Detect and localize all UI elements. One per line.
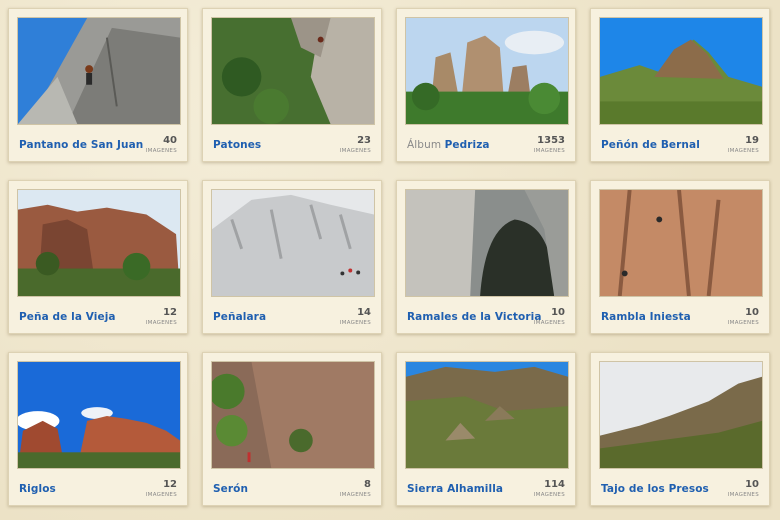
image-count: 14 IMAGENES (339, 307, 371, 326)
album-caption: Peña de la Vieja 12 IMAGENES (17, 303, 179, 331)
album-thumbnail[interactable] (17, 17, 181, 125)
album-thumbnail[interactable] (211, 361, 375, 469)
image-count: 8 IMAGENES (339, 479, 371, 498)
album-title-link[interactable]: Peñalara (213, 311, 266, 323)
image-count: 40 IMAGENES (145, 135, 177, 154)
image-count: 10 IMAGENES (727, 479, 759, 498)
album-title-link[interactable]: Peñón de Bernal (601, 139, 700, 151)
album-caption: Peñón de Bernal 19 IMAGENES (599, 131, 761, 159)
album-title-link[interactable]: Patones (213, 139, 261, 151)
album-title-link[interactable]: Ramales de la Victoria (407, 311, 542, 323)
album-caption: Riglos 12 IMAGENES (17, 475, 179, 503)
album-card[interactable]: Peña de la Vieja 12 IMAGENES (8, 180, 188, 334)
album-card[interactable]: Peñalara 14 IMAGENES (202, 180, 382, 334)
album-caption: Rambla Iniesta 10 IMAGENES (599, 303, 761, 331)
album-card[interactable]: Rambla Iniesta 10 IMAGENES (590, 180, 770, 334)
album-caption: Patones 23 IMAGENES (211, 131, 373, 159)
album-grid: Pantano de San Juan 40 IMAGENES Patones 2… (0, 0, 780, 520)
image-count: 23 IMAGENES (339, 135, 371, 154)
image-count: 114 IMAGENES (533, 479, 565, 498)
album-card[interactable]: Serón 8 IMAGENES (202, 352, 382, 506)
album-caption: Álbum Pedriza 1353 IMAGENES (405, 131, 567, 159)
album-title-link[interactable]: Sierra Alhamilla (407, 483, 503, 495)
image-count: 10 IMAGENES (727, 307, 759, 326)
album-card[interactable]: Riglos 12 IMAGENES (8, 352, 188, 506)
album-card[interactable]: Ramales de la Victoria 10 IMAGENES (396, 180, 576, 334)
album-card[interactable]: Peñón de Bernal 19 IMAGENES (590, 8, 770, 162)
album-title-link[interactable]: Peña de la Vieja (19, 311, 116, 323)
album-thumbnail[interactable] (405, 189, 569, 297)
album-thumbnail[interactable] (599, 17, 763, 125)
album-caption: Serón 8 IMAGENES (211, 475, 373, 503)
album-caption: Peñalara 14 IMAGENES (211, 303, 373, 331)
album-card[interactable]: Álbum Pedriza 1353 IMAGENES (396, 8, 576, 162)
album-thumbnail[interactable] (599, 361, 763, 469)
image-count: 10 IMAGENES (533, 307, 565, 326)
album-thumbnail[interactable] (405, 17, 569, 125)
album-thumbnail[interactable] (17, 361, 181, 469)
album-card[interactable]: Patones 23 IMAGENES (202, 8, 382, 162)
album-thumbnail[interactable] (405, 361, 569, 469)
album-title-link[interactable]: Riglos (19, 483, 56, 495)
album-title-link[interactable]: Rambla Iniesta (601, 311, 691, 323)
album-thumbnail[interactable] (17, 189, 181, 297)
image-count: 1353 IMAGENES (533, 135, 565, 154)
album-card[interactable]: Pantano de San Juan 40 IMAGENES (8, 8, 188, 162)
album-card[interactable]: Tajo de los Presos 10 IMAGENES (590, 352, 770, 506)
album-thumbnail[interactable] (211, 17, 375, 125)
album-title-link[interactable]: Tajo de los Presos (601, 483, 709, 495)
album-caption: Ramales de la Victoria 10 IMAGENES (405, 303, 567, 331)
album-title-link[interactable]: Pantano de San Juan (19, 139, 143, 151)
album-thumbnail[interactable] (211, 189, 375, 297)
album-thumbnail[interactable] (599, 189, 763, 297)
image-count: 12 IMAGENES (145, 479, 177, 498)
album-title-link[interactable]: Serón (213, 483, 248, 495)
image-count: 19 IMAGENES (727, 135, 759, 154)
album-card[interactable]: Sierra Alhamilla 114 IMAGENES (396, 352, 576, 506)
album-caption: Sierra Alhamilla 114 IMAGENES (405, 475, 567, 503)
album-caption: Pantano de San Juan 40 IMAGENES (17, 131, 179, 159)
album-title-link[interactable]: Álbum Pedriza (407, 139, 490, 151)
image-count: 12 IMAGENES (145, 307, 177, 326)
album-caption: Tajo de los Presos 10 IMAGENES (599, 475, 761, 503)
